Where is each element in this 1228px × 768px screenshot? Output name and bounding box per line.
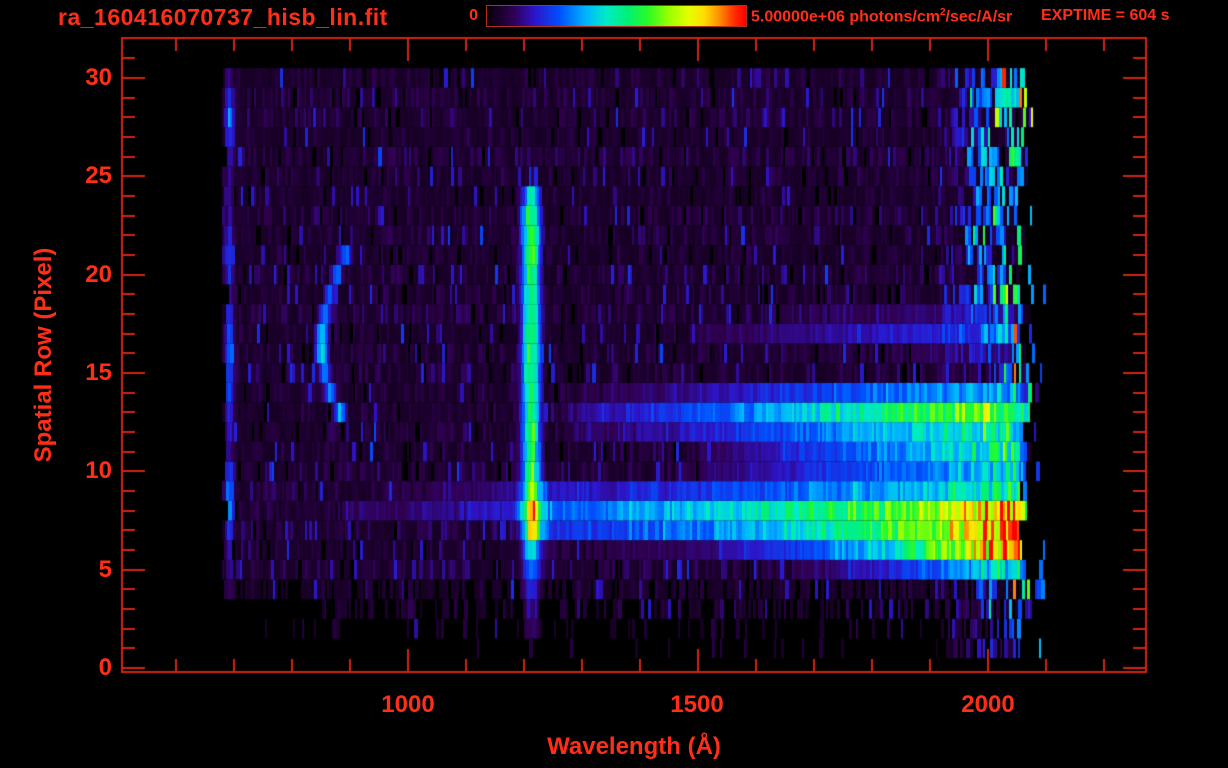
y-tick-label-10: 10 (62, 458, 112, 484)
colorbar-units-prefix: photons/cm (845, 8, 940, 25)
y-tick-label-20: 20 (62, 262, 112, 288)
exposure-time-label: EXPTIME = 604 s (1041, 7, 1170, 25)
spectral-image-heatmap (0, 0, 1228, 768)
colorbar-units-suffix: /sec/A/sr (946, 8, 1013, 25)
y-tick-label-15: 15 (62, 360, 112, 386)
file-title: ra_160416070737_hisb_lin.fit (58, 4, 388, 31)
colorbar-min-label: 0 (450, 7, 478, 25)
y-tick-label-5: 5 (62, 557, 112, 583)
x-tick-label-1000: 1000 (348, 691, 468, 719)
y-tick-label-30: 30 (62, 65, 112, 91)
y-axis-title: Spatial Row (Pixel) (30, 248, 58, 463)
colorbar-max-label: 5.00000e+06 photons/cm2/sec/A/sr (751, 7, 1012, 26)
y-tick-label-25: 25 (62, 163, 112, 189)
colorbar-max-value: 5.00000e+06 (751, 8, 845, 25)
x-axis-title: Wavelength (Å) (484, 733, 784, 761)
x-tick-label-1500: 1500 (637, 691, 757, 719)
x-tick-label-2000: 2000 (928, 691, 1048, 719)
y-tick-label-0: 0 (62, 655, 112, 681)
idl-spectral-display-window: ra_160416070737_hisb_lin.fit 0 5.00000e+… (0, 0, 1228, 768)
colorbar-gradient (486, 5, 747, 27)
